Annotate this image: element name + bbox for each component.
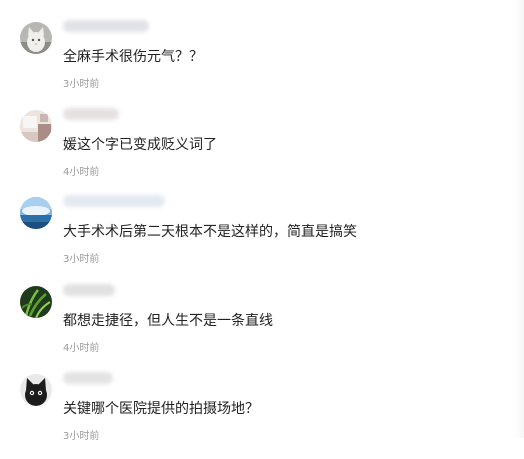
- comment-text: 全麻手术很伤元气？？: [63, 49, 203, 65]
- comment-item: 全麻手术很伤元气？？ 3小时前: [0, 19, 524, 107]
- username-blurred[interactable]: [63, 372, 113, 384]
- scroll-edge-shadow: [514, 0, 524, 438]
- room-avatar-image: [20, 110, 52, 142]
- sky-avatar-image: [20, 197, 52, 229]
- comment-timestamp: 4小时前: [63, 343, 100, 354]
- comment-item: 大手术术后第二天根本不是这样的，简直是搞笑 3小时前: [0, 194, 524, 282]
- username-blurred[interactable]: [63, 20, 149, 32]
- cat-avatar[interactable]: [20, 22, 52, 54]
- comment-text: 都想走捷径，但人生不是一条直线: [63, 313, 273, 329]
- leaf-avatar-image: [20, 286, 52, 318]
- comment-item: 媛这个字已变成贬义词了 4小时前: [0, 107, 524, 195]
- comment-text: 媛这个字已变成贬义词了: [63, 137, 217, 153]
- comment-timestamp: 3小时前: [63, 431, 100, 442]
- comment-text: 关键哪个医院提供的拍摄场地？: [63, 401, 259, 417]
- comment-timestamp: 4小时前: [63, 167, 100, 178]
- room-avatar[interactable]: [20, 110, 52, 142]
- black-cat-avatar-image: [20, 374, 52, 406]
- username-blurred[interactable]: [63, 195, 165, 207]
- comment-list: 全麻手术很伤元气？？ 3小时前 媛这个字已变成贬义词了 4小时前 大手术术后第二…: [0, 0, 524, 442]
- leaf-avatar[interactable]: [20, 286, 52, 318]
- comment-item: 都想走捷径，但人生不是一条直线 4小时前: [0, 283, 524, 371]
- comment-item: 关键哪个医院提供的拍摄场地？ 3小时前: [0, 371, 524, 459]
- cat-avatar-image: [20, 22, 52, 54]
- comment-text: 大手术术后第二天根本不是这样的，简直是搞笑: [63, 224, 357, 240]
- comment-timestamp: 3小时前: [63, 79, 100, 90]
- sky-avatar[interactable]: [20, 197, 52, 229]
- black-cat-avatar[interactable]: [20, 374, 52, 406]
- comment-timestamp: 3小时前: [63, 254, 100, 265]
- username-blurred[interactable]: [63, 284, 115, 296]
- username-blurred[interactable]: [63, 108, 119, 120]
